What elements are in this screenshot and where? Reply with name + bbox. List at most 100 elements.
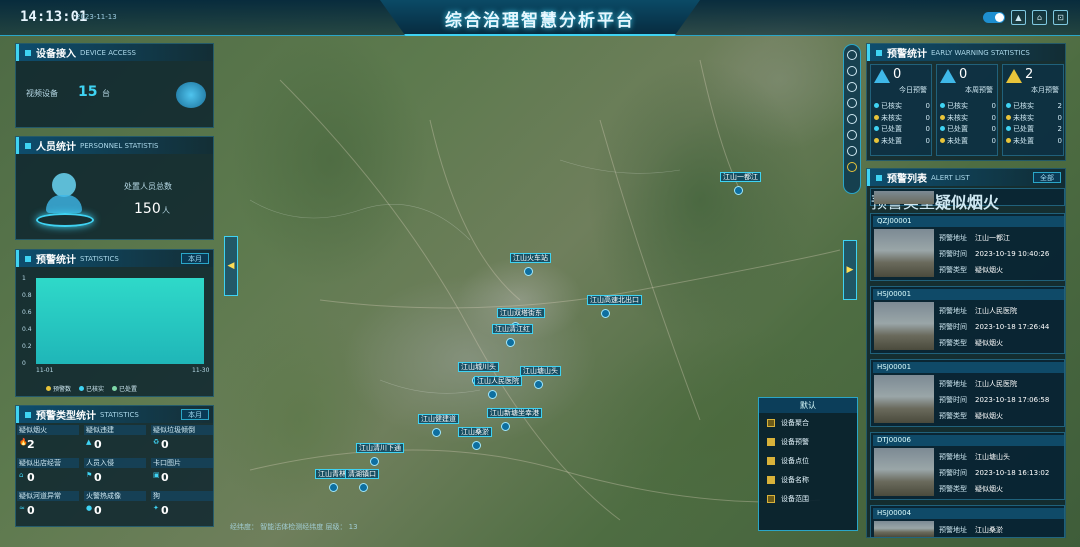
- warning-type-cell[interactable]: 疑似烟火 🔥 2: [17, 425, 79, 455]
- warning-type-cell[interactable]: 疑似河道异常 ≈0: [17, 491, 79, 521]
- measure-icon[interactable]: [847, 114, 857, 124]
- map-marker-label[interactable]: 江山人民医院: [474, 376, 522, 386]
- title-bar: 综合治理智慧分析平台 14:13:01 2023-11-13 ▲ ⌂ ⊡: [0, 0, 1080, 36]
- map-marker-label[interactable]: 江山清江红: [492, 324, 533, 334]
- warning-stats-header: 预警统计 STATISTICS 本月: [16, 250, 213, 267]
- map-marker-label[interactable]: 江山健建道: [418, 414, 459, 424]
- screenshot-icon[interactable]: [847, 146, 857, 156]
- zoom-out-icon[interactable]: [847, 82, 857, 92]
- locate-icon[interactable]: [847, 98, 857, 108]
- camera-pin-icon[interactable]: [370, 457, 379, 466]
- warning-type-cell[interactable]: 疑似出店经营 ⌂ 0: [17, 458, 79, 488]
- warning-stats-period-select[interactable]: 本月: [181, 253, 209, 264]
- camera-pin-icon[interactable]: [501, 422, 510, 431]
- map-marker-label[interactable]: 江山城川头: [458, 362, 499, 372]
- warning-type-icon: ⚑: [86, 471, 93, 479]
- map-marker-label[interactable]: 江山清川下通: [356, 443, 404, 453]
- alert-card[interactable]: DTJ00006 预警地址 江山塘山头 预警时间 2023-10-18 16:13:02…: [870, 432, 1065, 500]
- camera-pin-icon[interactable]: [601, 309, 610, 318]
- warning-type-cell[interactable]: 卡口图片 ▣ 0: [151, 458, 213, 488]
- camera-pin-icon[interactable]: [359, 483, 368, 492]
- warning-type-cell[interactable]: 火警热成像 ● 0: [84, 491, 146, 521]
- alert-type: 预警类型 疑似烟火: [939, 266, 1003, 274]
- warning-type-icon: ⌂: [19, 471, 24, 479]
- alert-card[interactable]: HSJ00001 预警地址 江山人民医院 预警时间 2023-10-18 17:26:4…: [870, 286, 1065, 354]
- map-marker-label[interactable]: 江山新塘坐幸港: [487, 408, 542, 418]
- early-warning-panel: 预警统计 EARLY WARNING STATISTICS 0 今日预警 已核实 0 未…: [866, 43, 1066, 161]
- theme-toggle[interactable]: [983, 12, 1005, 23]
- alert-card[interactable]: HSJ00001 预警地址 江山人民医院 预警时间 2023-10-18 17:06:5…: [870, 359, 1065, 427]
- alert-card-partial[interactable]: 预警类型疑似烟火: [870, 188, 1065, 212]
- layer-toggle[interactable]: 设备点位: [759, 451, 857, 470]
- camera-pin-icon[interactable]: [329, 483, 338, 492]
- camera-icon: [176, 82, 206, 108]
- person-icon[interactable]: [847, 162, 857, 172]
- early-warning-card[interactable]: 0 本周预警 已核实 0 未核实 0 已处置 0 未处置 0: [936, 64, 998, 156]
- personnel-header: 人员统计 PERSONNEL STATISTIS: [16, 137, 213, 154]
- checkbox-icon[interactable]: [767, 456, 775, 465]
- map-marker-label[interactable]: 江山高速北出口: [587, 295, 642, 305]
- early-warning-card[interactable]: 0 今日预警 已核实 0 未核实 0 已处置 0 未处置 0: [870, 64, 932, 156]
- camera-pin-icon[interactable]: [534, 380, 543, 389]
- camera-pin-icon[interactable]: [734, 186, 743, 195]
- early-warning-row: 已核实 0: [874, 101, 930, 113]
- alert-type: 预警类型 疑似烟火: [939, 339, 1003, 347]
- device-icon: [25, 49, 31, 56]
- checkbox-icon[interactable]: [767, 475, 775, 484]
- camera-pin-icon[interactable]: [488, 390, 497, 399]
- warning-type-icon: ●: [86, 504, 93, 512]
- zoom-in-icon[interactable]: [847, 66, 857, 76]
- map-marker-label[interactable]: 江山双塔街东: [497, 308, 545, 318]
- person-hologram-icon: [36, 167, 96, 231]
- early-warning-row: 已处置 0: [874, 124, 930, 136]
- early-warning-card[interactable]: 2 本月预警 已核实 2 未核实 0 已处置 2 未处置 0: [1002, 64, 1064, 156]
- alert-card[interactable]: HSJ00004 预警地址 江山桑淤: [870, 505, 1065, 538]
- legend-verified[interactable]: 已核实: [79, 384, 104, 393]
- warning-type-cell[interactable]: 狗 ✦ 0: [151, 491, 213, 521]
- legend-handled[interactable]: 已处置: [112, 384, 137, 393]
- map-marker-label[interactable]: 江山火车站: [510, 253, 551, 263]
- camera-pin-icon[interactable]: [524, 267, 533, 276]
- home-icon[interactable]: ⌂: [1032, 10, 1047, 25]
- warning-type-value: 0: [94, 438, 102, 451]
- warning-type-header: 预警类型统计 STATISTICS 本月: [16, 406, 213, 423]
- checkbox-icon[interactable]: [767, 418, 775, 427]
- warning-type-cell[interactable]: 疑似违建 ▲ 0: [84, 425, 146, 455]
- layer-toggle[interactable]: 设备聚合: [759, 413, 857, 432]
- camera-pin-icon[interactable]: [506, 338, 515, 347]
- alert-address: 预警地址 江山塘山头: [939, 453, 1010, 461]
- layers-icon[interactable]: [847, 130, 857, 140]
- fullscreen-icon[interactable]: ⊡: [1053, 10, 1068, 25]
- alert-thumbnail: [874, 302, 934, 350]
- warning-type-period-select[interactable]: 本月: [181, 409, 209, 420]
- checkbox-icon[interactable]: [767, 494, 775, 503]
- alert-card[interactable]: QZJ00001 预警地址 江山一都江 预警时间 2023-10-19 10:40:26…: [870, 213, 1065, 281]
- warning-type-cell[interactable]: 人员入侵 ⚑ 0: [84, 458, 146, 488]
- warning-icon[interactable]: ▲: [1011, 10, 1026, 25]
- warning-type-cell[interactable]: 疑似垃圾倾倒 ♻ 0: [151, 425, 213, 455]
- map-marker-label[interactable]: 江山塘山头: [520, 366, 561, 376]
- search-icon[interactable]: [847, 50, 857, 60]
- legend-warning-count[interactable]: 预警数: [46, 384, 71, 393]
- alert-thumbnail: [874, 229, 934, 277]
- personnel-title-en: PERSONNEL STATISTIS: [80, 141, 159, 150]
- layer-toggle[interactable]: 设备名称: [759, 470, 857, 489]
- warning-type-value: 0: [161, 504, 169, 517]
- collapse-left-button[interactable]: ◀: [224, 236, 238, 296]
- alert-list-filter-select[interactable]: 全部: [1033, 172, 1061, 183]
- map-marker-label[interactable]: 江山青林: [315, 469, 349, 479]
- map-marker-label[interactable]: 江山桑淤: [458, 427, 492, 437]
- personnel-label: 处置人员总数: [124, 182, 172, 191]
- early-warning-row: 已处置 0: [940, 124, 996, 136]
- layer-toggle[interactable]: 设备预警: [759, 432, 857, 451]
- camera-pin-icon[interactable]: [472, 441, 481, 450]
- layer-toggle[interactable]: 设备范围: [759, 489, 857, 508]
- map-marker-label[interactable]: 江山一都江: [720, 172, 761, 182]
- pyramid-icon: [874, 69, 890, 83]
- map-marker-label[interactable]: 清湖镇口: [345, 469, 379, 479]
- collapse-right-button[interactable]: ▶: [843, 240, 857, 300]
- alert-list-header: 预警列表 ALERT LIST 全部: [867, 169, 1065, 186]
- checkbox-icon[interactable]: [767, 437, 775, 446]
- map-coord-footer: 经纬度： 智能活体检测经纬度 层级： 13: [230, 523, 358, 531]
- camera-pin-icon[interactable]: [432, 428, 441, 437]
